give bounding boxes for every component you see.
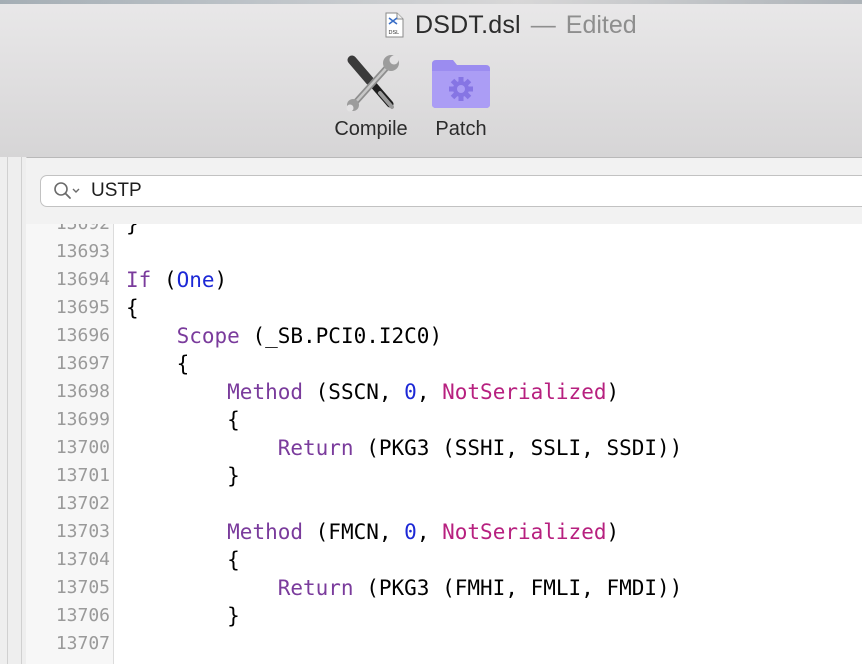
edited-status: Edited: [565, 10, 637, 39]
code-keyword: Method: [227, 520, 304, 544]
code-keyword: Return: [277, 436, 354, 460]
code-line: If (One): [126, 266, 227, 294]
title-separator: —: [530, 10, 556, 39]
code-keyword: If: [126, 268, 152, 292]
code-line: }: [126, 224, 139, 238]
code-text: {: [176, 352, 190, 376]
code-text: (FMCN,: [303, 520, 405, 544]
code-line: Method (FMCN, 0, NotSerialized): [126, 518, 619, 546]
compile-button[interactable]: Compile: [328, 54, 414, 141]
gear-folder-icon: [432, 60, 490, 108]
line-number: 13696: [55, 325, 110, 346]
code-flag: NotSerialized: [442, 520, 607, 544]
line-number: 13693: [55, 241, 110, 262]
code-line: }: [126, 462, 240, 490]
line-number: 13700: [55, 437, 110, 458]
code-line: }: [126, 602, 240, 630]
document-icon: DSL: [383, 12, 405, 38]
line-number: 13698: [55, 381, 110, 402]
code-editor[interactable]: 13692 13693 13694 13695 13696 13697 13698 13699…: [26, 224, 862, 664]
code-text: {: [227, 408, 240, 432]
code-text: {: [227, 548, 240, 572]
patch-button[interactable]: Patch: [428, 54, 494, 141]
line-number: 13703: [55, 521, 110, 542]
document-name: DSDT.dsl: [415, 10, 521, 39]
code-line: Return (PKG3 (FMHI, FMLI, FMDI)): [126, 574, 683, 602]
line-number: 13704: [55, 549, 110, 570]
code-text: (_SB.PCI0.I2C0): [239, 324, 443, 348]
code-text: (PKG3 (FMHI, FMLI, FMDI)): [353, 576, 683, 600]
compile-label: Compile: [334, 118, 408, 140]
code-keyword: Scope: [176, 324, 240, 348]
code-text: ,: [416, 520, 443, 544]
code-text: }: [227, 604, 240, 628]
line-number: 13695: [55, 297, 110, 318]
patch-label: Patch: [435, 118, 487, 140]
line-number: 13706: [55, 605, 110, 626]
code-line: Method (SSCN, 0, NotSerialized): [126, 378, 619, 406]
search-icon[interactable]: [53, 181, 83, 201]
line-number: 13697: [55, 353, 110, 374]
code-text: ): [606, 380, 620, 404]
code-text: (SSCN,: [303, 380, 405, 404]
line-number-gutter: 13692 13693 13694 13695 13696 13697 13698 13699…: [26, 224, 114, 664]
code-literal: 0: [404, 380, 417, 404]
code-text: (PKG3 (SSHI, SSLI, SSDI)): [353, 436, 683, 460]
code-line: {: [126, 350, 190, 378]
code-line: {: [126, 294, 139, 322]
code-text: ,: [416, 380, 443, 404]
code-text: {: [126, 296, 139, 320]
code-text: ): [606, 520, 620, 544]
code-keyword: Method: [227, 380, 304, 404]
code-text: ): [214, 268, 228, 292]
code-line: {: [126, 406, 240, 434]
line-number: 13701: [55, 465, 110, 486]
line-number: 13707: [55, 633, 110, 654]
code-line: Scope (_SB.PCI0.I2C0): [126, 322, 443, 350]
line-number: 13692: [26, 224, 110, 238]
window-toolbar: DSL DSDT.dsl — Edited Compile Patch: [0, 0, 862, 158]
panel-divider: [7, 157, 8, 664]
code-flag: NotSerialized: [442, 380, 607, 404]
code-line: Return (PKG3 (SSHI, SSLI, SSDI)): [126, 434, 683, 462]
find-bar: USTP: [26, 158, 862, 225]
line-number: 13705: [55, 577, 110, 598]
panel-divider: [21, 157, 22, 664]
line-number: 13694: [55, 269, 110, 290]
search-input[interactable]: USTP: [40, 175, 862, 207]
line-number: 13702: [55, 493, 110, 514]
code-text: }: [227, 464, 240, 488]
code-literal: 0: [404, 520, 417, 544]
document-icon-caption: DSL: [389, 30, 400, 36]
left-panel-edge: [0, 157, 27, 664]
code-keyword: Return: [277, 576, 354, 600]
desktop-strip: [0, 0, 862, 4]
code-line: {: [126, 546, 240, 574]
line-number: 13699: [55, 409, 110, 430]
code-literal: One: [176, 268, 215, 292]
window-title: DSL DSDT.dsl — Edited: [383, 10, 637, 40]
wrench-screwdriver-icon: [346, 55, 399, 112]
code-text: (: [151, 268, 177, 292]
search-query: USTP: [91, 180, 142, 201]
code-text: }: [126, 224, 139, 236]
